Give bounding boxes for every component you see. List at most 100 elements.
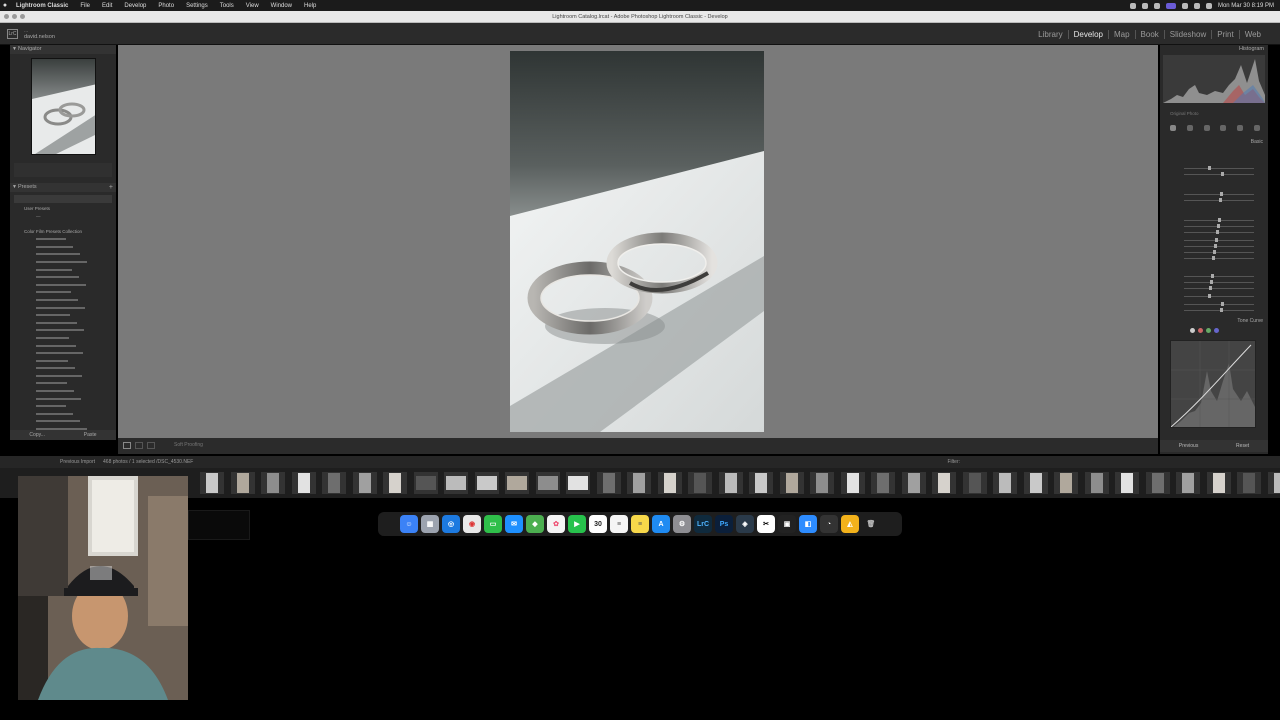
slider-knob[interactable] <box>1208 166 1211 170</box>
preset-item[interactable] <box>10 251 116 259</box>
slider-knob[interactable] <box>1216 230 1219 234</box>
slider-knob[interactable] <box>1221 172 1224 176</box>
slider-knob[interactable] <box>1220 192 1223 196</box>
status-icon[interactable] <box>1141 2 1148 9</box>
curve-channel-red[interactable] <box>1198 328 1203 333</box>
basic-panel-title[interactable]: Basic <box>1251 139 1263 145</box>
module-slideshow[interactable]: Slideshow <box>1165 30 1213 39</box>
capcut-icon[interactable]: ✂ <box>757 515 775 533</box>
preset-item[interactable] <box>10 402 116 410</box>
filmstrip-thumbnail[interactable] <box>474 472 499 494</box>
tone-curve-title[interactable]: Tone Curve <box>1237 318 1263 324</box>
menubar-clock[interactable]: Mon Mar 30 8:19 PM <box>1218 3 1274 9</box>
bridge-icon[interactable]: ◈ <box>736 515 754 533</box>
adjustment-slider[interactable] <box>1164 307 1264 313</box>
adjustment-slider[interactable] <box>1164 255 1264 261</box>
filmstrip-thumbnail[interactable] <box>749 472 773 494</box>
maps-icon[interactable]: ◆ <box>526 515 544 533</box>
settings-icon[interactable]: ⚙ <box>673 515 691 533</box>
preset-item[interactable] <box>10 380 116 388</box>
menu-photo[interactable]: Photo <box>152 3 180 9</box>
preset-item[interactable] <box>10 327 116 335</box>
menu-edit[interactable]: Edit <box>96 3 118 9</box>
preset-item[interactable] <box>10 281 116 289</box>
filmstrip-thumbnail[interactable] <box>718 472 743 494</box>
slider-track[interactable] <box>1184 282 1254 283</box>
filmstrip-thumbnail[interactable] <box>871 472 895 494</box>
filmstrip-thumbnail[interactable] <box>840 472 865 494</box>
filmstrip-thumbnail[interactable] <box>1084 472 1109 494</box>
filmstrip-thumbnail[interactable] <box>1237 472 1261 494</box>
adjustment-slider[interactable] <box>1164 197 1264 203</box>
photos-icon[interactable]: ✿ <box>547 515 565 533</box>
filmstrip-thumbnail[interactable] <box>1267 472 1280 494</box>
healing-tool-icon[interactable] <box>1203 125 1210 131</box>
menu-app-name[interactable]: Lightroom Classic <box>10 3 74 9</box>
status-icon[interactable] <box>1129 2 1136 9</box>
adjustment-slider[interactable] <box>1164 229 1264 235</box>
filmstrip-thumbnail[interactable] <box>413 472 438 494</box>
soft-proofing-toggle[interactable]: Soft Proofing <box>174 442 203 448</box>
slider-knob[interactable] <box>1220 308 1223 312</box>
preset-item[interactable] <box>10 387 116 395</box>
safari-icon[interactable]: ◎ <box>442 515 460 533</box>
reset-button[interactable]: Reset <box>1236 440 1249 452</box>
preset-item[interactable] <box>10 273 116 281</box>
finder-icon[interactable]: ☺ <box>400 515 418 533</box>
tone-curve-graph[interactable] <box>1170 340 1256 428</box>
slider-track[interactable] <box>1184 304 1254 305</box>
filmstrip-thumbnail[interactable] <box>596 472 621 494</box>
develop-canvas[interactable] <box>118 45 1158 438</box>
facetime-icon[interactable]: ▶ <box>568 515 586 533</box>
preset-item[interactable] <box>10 372 116 380</box>
original-photo-toggle[interactable]: Original Photo <box>1170 111 1199 116</box>
preset-search-input[interactable] <box>14 195 112 203</box>
preset-item[interactable] <box>10 334 116 342</box>
compare-icon[interactable] <box>147 442 155 449</box>
slider-track[interactable] <box>1184 240 1254 241</box>
preset-item[interactable] <box>10 349 116 357</box>
slider-track[interactable] <box>1184 258 1254 259</box>
adjustment-slider[interactable] <box>1164 285 1264 291</box>
paste-settings-button[interactable]: Paste <box>84 430 97 440</box>
module-book[interactable]: Book <box>1136 30 1165 39</box>
status-icon[interactable] <box>1153 2 1160 9</box>
filmstrip-thumbnail[interactable] <box>1115 472 1139 494</box>
menu-help[interactable]: Help <box>298 3 322 9</box>
slider-knob[interactable] <box>1219 198 1222 202</box>
search-icon[interactable] <box>1193 2 1200 9</box>
slider-track[interactable] <box>1184 310 1254 311</box>
menu-window[interactable]: Window <box>265 3 298 9</box>
close-window-button[interactable] <box>4 14 9 19</box>
apple-icon[interactable]: ● <box>0 2 10 9</box>
preset-item[interactable] <box>10 304 116 312</box>
filmstrip-thumbnail[interactable] <box>261 472 285 494</box>
curve-channel-blue[interactable] <box>1214 328 1219 333</box>
wifi-icon[interactable] <box>1181 2 1188 9</box>
menu-settings[interactable]: Settings <box>180 3 214 9</box>
photoshop-icon[interactable]: Ps <box>715 515 733 533</box>
module-print[interactable]: Print <box>1212 30 1240 39</box>
crop-tool-icon[interactable] <box>1186 125 1193 131</box>
filmstrip-thumbnail[interactable] <box>230 472 255 494</box>
filmstrip-thumbnail[interactable] <box>566 472 590 494</box>
filmstrip-thumbnail[interactable] <box>383 472 407 494</box>
preset-item[interactable] <box>10 235 116 243</box>
preset-item[interactable] <box>10 319 116 327</box>
filmstrip-thumbnail[interactable] <box>1023 472 1048 494</box>
adjustment-slider[interactable] <box>1164 171 1264 177</box>
filmstrip-thumbnail[interactable] <box>657 472 682 494</box>
slider-track[interactable] <box>1184 246 1254 247</box>
slider-knob[interactable] <box>1221 302 1224 306</box>
main-photo[interactable] <box>510 51 764 432</box>
filmstrip-thumbnail[interactable] <box>200 472 224 494</box>
reminders-icon[interactable]: ≡ <box>610 515 628 533</box>
filmstrip-thumbnail[interactable] <box>322 472 346 494</box>
lightroom-icon[interactable]: LrC <box>694 515 712 533</box>
curve-channel-rgb[interactable] <box>1190 328 1195 333</box>
preset-item[interactable] <box>10 357 116 365</box>
preset-item[interactable] <box>10 220 116 228</box>
menu-tools[interactable]: Tools <box>214 3 240 9</box>
more-tools-icon[interactable] <box>1253 125 1260 131</box>
preset-item[interactable] <box>10 243 116 251</box>
